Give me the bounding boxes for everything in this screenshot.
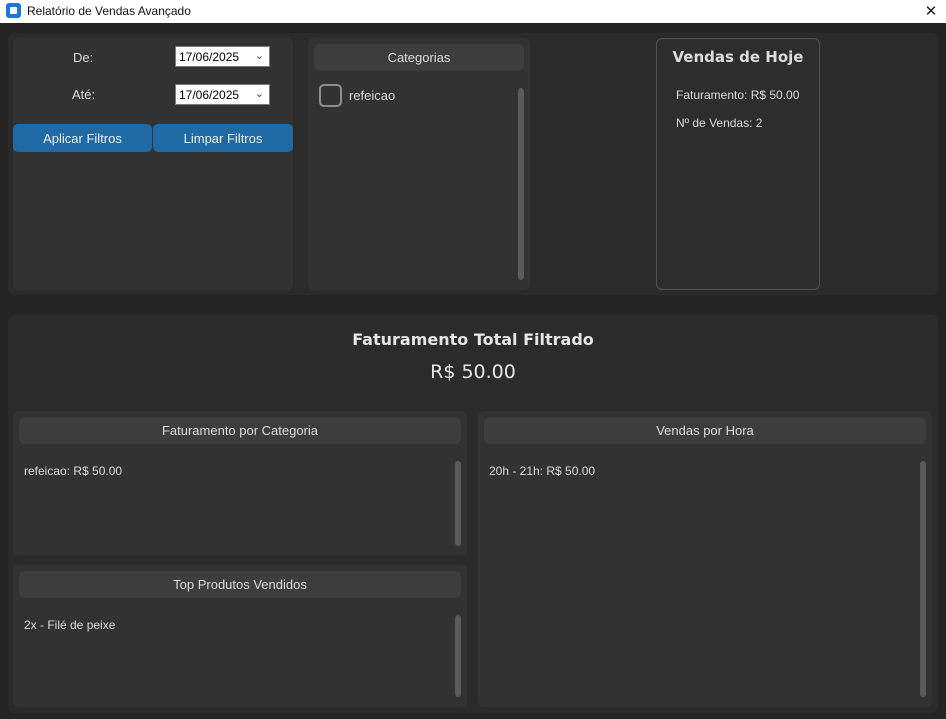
category-scrollbar[interactable] bbox=[455, 461, 461, 546]
categories-scrollbar[interactable] bbox=[518, 88, 524, 280]
clear-filters-button[interactable]: Limpar Filtros bbox=[153, 124, 293, 152]
sales-by-hour-panel: Vendas por Hora 20h - 21h: R$ 50.00 bbox=[478, 411, 932, 707]
to-label: Até: bbox=[72, 87, 96, 102]
title-bar: Relatório de Vendas Avançado ✕ bbox=[0, 0, 946, 23]
hour-scrollbar[interactable] bbox=[920, 461, 926, 697]
filters-panel: De: 17/06/2025 ⌄ Até: 17/06/2025 ⌄ Aplic… bbox=[13, 38, 293, 290]
close-button[interactable]: ✕ bbox=[920, 0, 942, 22]
to-date-input[interactable]: 17/06/2025 ⌄ bbox=[175, 84, 270, 105]
category-checkbox-refeicao[interactable] bbox=[319, 84, 342, 107]
top-product-row: 2x - Filé de peixe bbox=[24, 618, 116, 632]
today-title: Vendas de Hoje bbox=[672, 48, 804, 66]
chevron-down-icon[interactable]: ⌄ bbox=[255, 87, 264, 100]
revenue-by-category-header: Faturamento por Categoria bbox=[19, 417, 461, 444]
categories-panel: Categorias refeicao bbox=[308, 38, 530, 290]
revenue-by-category-panel: Faturamento por Categoria refeicao: R$ 5… bbox=[13, 411, 467, 555]
today-sales-count: Nº de Vendas: 2 bbox=[676, 116, 763, 130]
from-date-input[interactable]: 17/06/2025 ⌄ bbox=[175, 46, 270, 67]
sales-by-hour-header: Vendas por Hora bbox=[484, 417, 926, 444]
top-products-header: Top Produtos Vendidos bbox=[19, 571, 461, 598]
top-products-panel: Top Produtos Vendidos 2x - Filé de peixe bbox=[13, 565, 467, 707]
category-label-refeicao: refeicao bbox=[349, 88, 396, 103]
to-date-value: 17/06/2025 bbox=[179, 87, 240, 102]
top-products-scrollbar[interactable] bbox=[455, 615, 461, 697]
category-revenue-row: refeicao: R$ 50.00 bbox=[24, 464, 123, 478]
today-revenue: Faturamento: R$ 50.00 bbox=[676, 88, 800, 102]
apply-filters-button[interactable]: Aplicar Filtros bbox=[13, 124, 152, 152]
from-label: De: bbox=[73, 50, 94, 65]
total-title: Faturamento Total Filtrado bbox=[352, 330, 594, 349]
from-date-value: 17/06/2025 bbox=[179, 49, 240, 64]
today-sales-card: Vendas de Hoje Faturamento: R$ 50.00 Nº … bbox=[656, 38, 820, 290]
total-value: R$ 50.00 bbox=[430, 361, 516, 383]
chevron-down-icon[interactable]: ⌄ bbox=[255, 49, 264, 62]
window-title: Relatório de Vendas Avançado bbox=[27, 4, 191, 18]
app-icon bbox=[6, 3, 21, 18]
hour-sales-row: 20h - 21h: R$ 50.00 bbox=[489, 464, 596, 478]
categories-header: Categorias bbox=[314, 44, 524, 71]
